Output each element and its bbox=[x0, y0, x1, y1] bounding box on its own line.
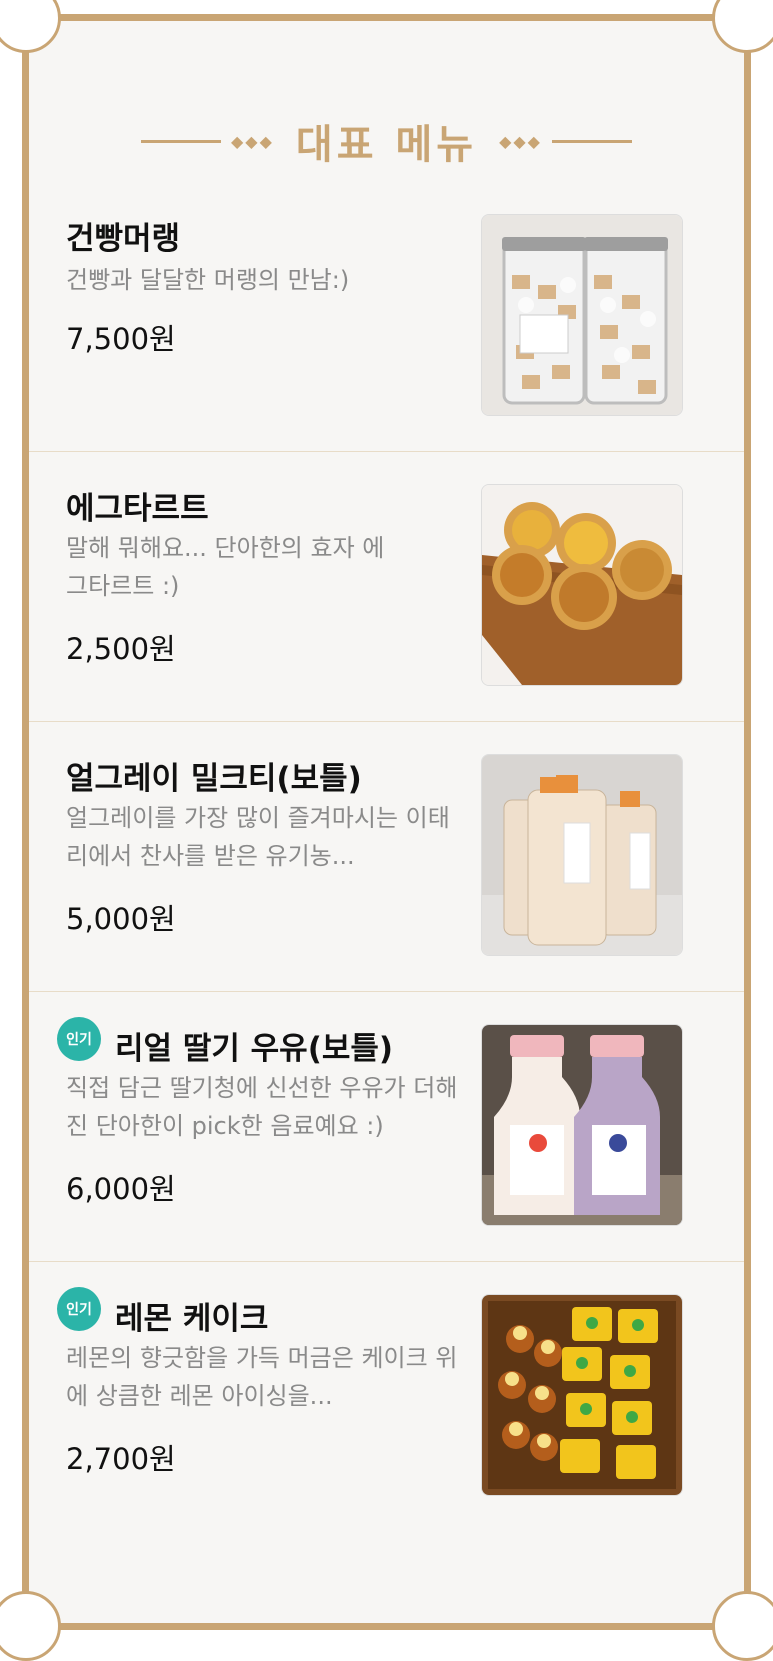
diamond-ornament-icon: ◆◆◆ bbox=[231, 131, 274, 151]
menu-item-price: 7,500원 bbox=[66, 322, 176, 356]
section-heading: ◆◆◆ 대표 메뉴 ◆◆◆ bbox=[29, 119, 744, 168]
menu-item-name: 에그타르트 bbox=[66, 491, 209, 527]
corner-ornament bbox=[712, 1591, 773, 1661]
menu-item-desc: 얼그레이를 가장 많이 즐겨마시는 이태리에서 찬사를 받은 유기농... bbox=[66, 804, 450, 870]
menu-item-desc: 건빵과 달달한 머랭의 만남:) bbox=[66, 266, 350, 294]
menu-item-desc: 말해 뭐해요... 단아한의 효자 에그타르트 :) bbox=[66, 534, 385, 600]
diamond-ornament-icon: ◆◆◆ bbox=[499, 131, 542, 151]
popular-badge: 인기 bbox=[57, 1017, 101, 1061]
menu-item-price: 2,700원 bbox=[66, 1442, 176, 1476]
corner-ornament bbox=[712, 0, 773, 53]
menu-item-price: 5,000원 bbox=[66, 902, 176, 936]
menu-item-price: 6,000원 bbox=[66, 1172, 176, 1206]
corner-ornament bbox=[0, 0, 61, 53]
menu-item[interactable]: 건빵머랭 건빵과 달달한 머랭의 만남:) 7,500원 bbox=[29, 181, 744, 452]
page-title: 대표 메뉴 bbox=[295, 122, 478, 168]
popular-badge: 인기 bbox=[57, 1287, 101, 1331]
menu-item-name: 레몬 케이크 bbox=[115, 1301, 269, 1337]
menu-item-photo[interactable] bbox=[481, 754, 683, 956]
corner-ornament bbox=[0, 1591, 61, 1661]
menu-item[interactable]: 얼그레이 밀크티(보틀) 얼그레이를 가장 많이 즐겨마시는 이태리에서 찬사를… bbox=[29, 721, 744, 992]
menu-item-photo[interactable] bbox=[481, 1024, 683, 1226]
menu-item-desc: 직접 담근 딸기청에 신선한 우유가 더해진 단아한이 pick한 음료예요 :… bbox=[66, 1074, 458, 1140]
menu-item-photo[interactable] bbox=[481, 214, 683, 416]
menu-item[interactable]: 인기 리얼 딸기 우유(보틀) 직접 담근 딸기청에 신선한 우유가 더해진 단… bbox=[29, 991, 744, 1262]
menu-item-name: 얼그레이 밀크티(보틀) bbox=[66, 761, 362, 797]
menu-item-desc: 레몬의 향긋함을 가득 머금은 케이크 위에 상큼한 레몬 아이싱을... bbox=[66, 1344, 458, 1410]
menu-item-name: 리얼 딸기 우유(보틀) bbox=[115, 1031, 394, 1067]
menu-item[interactable]: 인기 레몬 케이크 레몬의 향긋함을 가득 머금은 케이크 위에 상큼한 레몬 … bbox=[29, 1261, 744, 1531]
menu-card: ◆◆◆ 대표 메뉴 ◆◆◆ 건빵머랭 건빵과 달달한 머랭의 만남:) 7,50… bbox=[0, 0, 773, 1661]
menu-item[interactable]: 에그타르트 말해 뭐해요... 단아한의 효자 에그타르트 :) 2,500원 bbox=[29, 451, 744, 722]
menu-item-price: 2,500원 bbox=[66, 632, 176, 666]
menu-item-photo[interactable] bbox=[481, 484, 683, 686]
divider-line bbox=[141, 139, 221, 143]
divider-line bbox=[551, 139, 632, 143]
menu-item-name: 건빵머랭 bbox=[66, 221, 181, 257]
menu-item-photo[interactable] bbox=[481, 1294, 683, 1496]
